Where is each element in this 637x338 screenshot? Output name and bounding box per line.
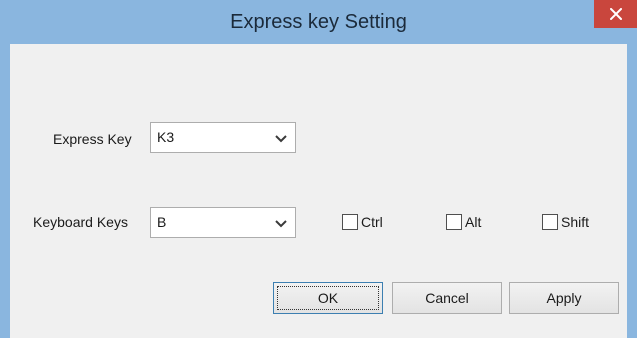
window-frame-right	[627, 44, 637, 338]
cancel-button[interactable]: Cancel	[392, 282, 502, 314]
chevron-down-icon	[275, 135, 287, 143]
cancel-button-label: Cancel	[425, 290, 469, 306]
window-frame-left	[0, 44, 10, 338]
express-key-label: Express Key	[53, 131, 132, 147]
ok-button[interactable]: OK	[273, 282, 383, 314]
apply-button[interactable]: Apply	[509, 282, 619, 314]
chevron-down-icon	[275, 220, 287, 228]
shift-checkbox-box[interactable]	[542, 214, 558, 230]
window-title: Express key Setting	[230, 11, 407, 33]
keyboard-keys-value: B	[157, 214, 167, 230]
alt-checkbox-label[interactable]: Alt	[465, 214, 481, 230]
apply-button-label: Apply	[546, 290, 582, 306]
keyboard-keys-dropdown[interactable]: B	[150, 207, 296, 238]
alt-checkbox-box[interactable]	[446, 214, 462, 230]
ctrl-checkbox-label[interactable]: Ctrl	[361, 214, 383, 230]
close-x-icon	[609, 8, 622, 20]
express-key-dropdown[interactable]: K3	[150, 122, 296, 153]
ctrl-checkbox[interactable]: Ctrl	[342, 212, 383, 232]
focus-rectangle	[277, 286, 379, 310]
keyboard-keys-label: Keyboard Keys	[33, 214, 128, 230]
express-key-setting-dialog: Express key Setting Express Key K3 Keybo…	[0, 0, 637, 338]
shift-checkbox-label[interactable]: Shift	[561, 214, 589, 230]
ctrl-checkbox-box[interactable]	[342, 214, 358, 230]
alt-checkbox[interactable]: Alt	[446, 212, 481, 232]
close-button[interactable]	[594, 0, 637, 28]
express-key-value: K3	[157, 129, 175, 145]
shift-checkbox[interactable]: Shift	[542, 212, 589, 232]
